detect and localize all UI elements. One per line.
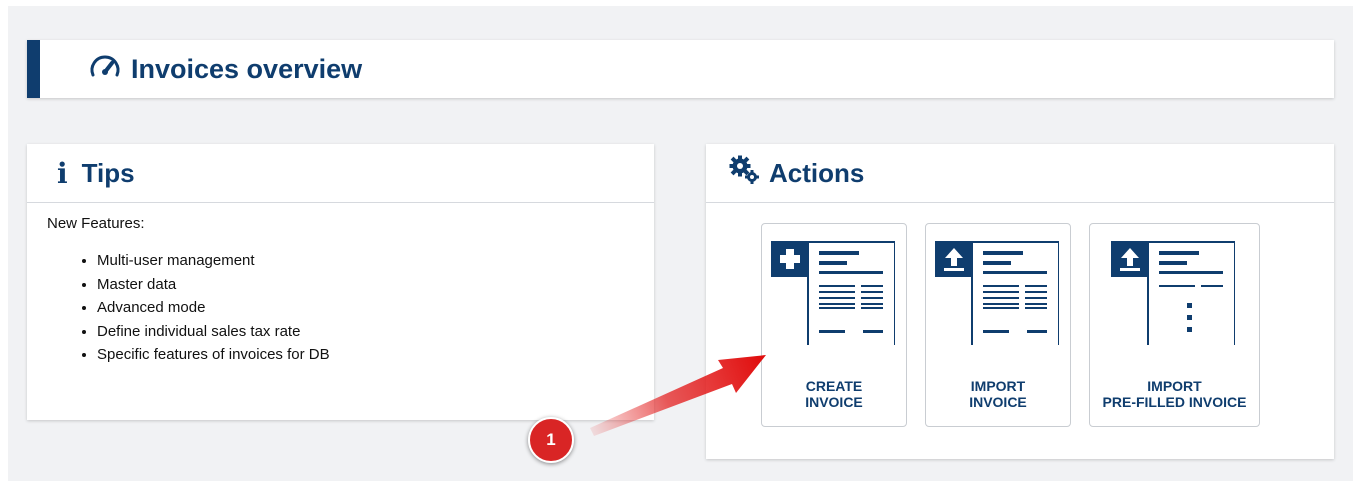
header-accent-bar: [27, 40, 40, 98]
import-invoice-button[interactable]: IMPORT INVOICE: [925, 223, 1071, 427]
tips-intro: New Features:: [47, 215, 145, 232]
page-title-text: Invoices overview: [131, 53, 363, 84]
tips-list-item: Specific features of invoices for DB: [97, 343, 654, 367]
actions-header: Actions: [706, 144, 1334, 203]
import-invoice-label: IMPORT INVOICE: [969, 378, 1027, 410]
tips-list-item: Advanced mode: [97, 296, 654, 320]
step-badge: 1: [528, 417, 574, 463]
page-header: Invoices overview: [27, 40, 1334, 98]
tips-body: New Features: Multi-user management Mast…: [27, 203, 654, 367]
create-invoice-label: CREATE INVOICE: [805, 378, 863, 410]
tips-panel: i Tips New Features: Multi-user manageme…: [27, 144, 654, 420]
info-icon: i: [57, 156, 68, 190]
actions-panel: Actions CREATE INVOICE IMPORT INVOICE IM…: [706, 144, 1334, 459]
import-prefilled-invoice-icon: [1111, 241, 1235, 345]
tips-list-item: Define individual sales tax rate: [97, 320, 654, 344]
tips-list-item: Multi-user management: [97, 249, 654, 273]
import-invoice-icon: [935, 241, 1059, 345]
tips-header: i Tips: [27, 144, 654, 203]
speedometer-icon: [87, 53, 123, 86]
tips-title: Tips: [81, 157, 135, 188]
import-prefilled-invoice-label: IMPORT PRE-FILLED INVOICE: [1102, 378, 1247, 410]
import-prefilled-invoice-button[interactable]: IMPORT PRE-FILLED INVOICE: [1089, 223, 1260, 427]
tips-list-item: Master data: [97, 273, 654, 297]
gears-icon: [729, 155, 761, 192]
tips-list: Multi-user management Master data Advanc…: [47, 249, 654, 367]
page-title: Invoices overview: [87, 52, 362, 86]
create-invoice-button[interactable]: CREATE INVOICE: [761, 223, 907, 427]
create-invoice-icon: [771, 241, 895, 345]
actions-title: Actions: [769, 157, 865, 188]
